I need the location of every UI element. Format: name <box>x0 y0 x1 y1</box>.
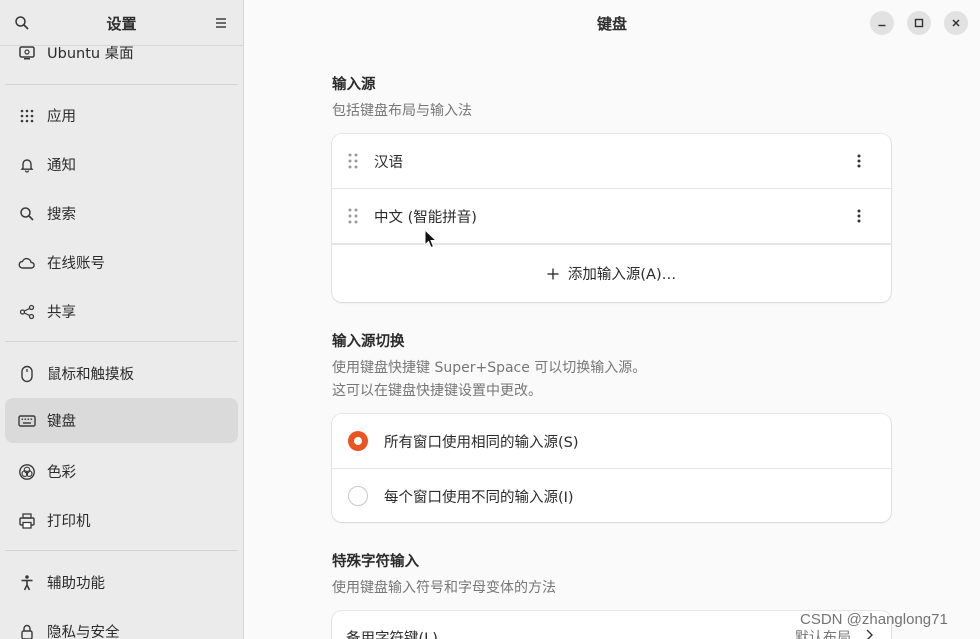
sidebar: Ubuntu 桌面 应用 通知 搜索 在线账号 共享 鼠标和触摸板 键盘 色彩 … <box>0 0 244 639</box>
radio-option-same-source[interactable]: 所有窗口使用相同的输入源(S) <box>332 414 891 469</box>
plus-icon <box>547 268 559 279</box>
sidebar-item-label: 搜索 <box>47 207 76 223</box>
switching-description-line1: 使用键盘快捷键 Super+Space 可以切换输入源。 <box>332 360 647 376</box>
hamburger-menu-icon[interactable] <box>213 15 229 31</box>
mouse-icon <box>18 365 36 383</box>
accessibility-icon <box>18 574 36 592</box>
sidebar-item-search[interactable]: 搜索 <box>5 191 238 236</box>
sidebar-item-mouse-touchpad[interactable]: 鼠标和触摸板 <box>5 351 238 396</box>
input-source-label: 中文 (智能拼音) <box>374 210 477 226</box>
input-source-row[interactable]: 汉语 <box>332 134 891 189</box>
cloud-icon <box>18 254 36 272</box>
switching-options: 所有窗口使用相同的输入源(S) 每个窗口使用不同的输入源(I) <box>332 414 891 522</box>
input-source-row[interactable]: 中文 (智能拼音) <box>332 189 891 244</box>
minimize-icon <box>878 24 886 27</box>
sidebar-item-sharing[interactable]: 共享 <box>5 289 238 334</box>
privacy-icon <box>18 623 36 639</box>
sidebar-item-accessibility[interactable]: 辅助功能 <box>5 560 238 605</box>
radio-option-per-window[interactable]: 每个窗口使用不同的输入源(I) <box>332 469 891 522</box>
color-icon <box>18 463 36 481</box>
sidebar-item-apps[interactable]: 应用 <box>5 93 238 138</box>
sidebar-item-printers[interactable]: 打印机 <box>5 498 238 543</box>
sidebar-item-label: 共享 <box>47 305 76 321</box>
sidebar-item-notifications[interactable]: 通知 <box>5 142 238 187</box>
drag-handle-icon[interactable] <box>347 152 359 170</box>
special-chars-description: 使用键盘输入符号和字母变体的方法 <box>332 580 556 596</box>
bell-icon <box>18 156 36 174</box>
close-button[interactable] <box>944 11 968 35</box>
switching-title: 输入源切换 <box>332 334 405 350</box>
sidebar-item-label: 应用 <box>47 109 76 125</box>
sidebar-item-keyboard[interactable]: 键盘 <box>5 398 238 443</box>
input-sources-description: 包括键盘布局与输入法 <box>332 103 472 119</box>
more-options-icon[interactable] <box>853 208 865 224</box>
sidebar-item-label: 鼠标和触摸板 <box>47 367 134 383</box>
add-input-source-label: 添加输入源(A)… <box>567 267 677 283</box>
sidebar-item-label: 通知 <box>47 158 76 174</box>
search-icon <box>18 205 36 223</box>
minimize-button[interactable] <box>870 11 894 35</box>
ubuntu-desktop-icon <box>18 44 36 62</box>
switching-description-line2: 这可以在键盘快捷键设置中更改。 <box>332 383 542 399</box>
radio-label: 每个窗口使用不同的输入源(I) <box>384 490 574 506</box>
sidebar-item-label: 打印机 <box>47 514 91 530</box>
sidebar-title: 设置 <box>106 15 137 33</box>
radio-unselected[interactable] <box>348 486 368 506</box>
sidebar-item-label: 在线账号 <box>47 256 105 272</box>
watermark: CSDN @zhanglong71 <box>800 611 948 628</box>
share-icon <box>18 303 36 321</box>
alternate-chars-key-label: 备用字符键(L) <box>346 631 438 639</box>
close-icon <box>952 19 960 27</box>
radio-selected[interactable] <box>348 431 368 451</box>
apps-grid-icon <box>18 107 36 125</box>
sidebar-item-online-accounts[interactable]: 在线账号 <box>5 240 238 285</box>
input-sources-title: 输入源 <box>332 77 376 93</box>
sidebar-item-label: 隐私与安全 <box>47 625 120 639</box>
more-options-icon[interactable] <box>853 153 865 169</box>
input-source-label: 汉语 <box>374 155 403 171</box>
printer-icon <box>18 512 36 530</box>
maximize-button[interactable] <box>907 11 931 35</box>
sidebar-item-label: 键盘 <box>47 414 76 430</box>
drag-handle-icon[interactable] <box>347 207 359 225</box>
sidebar-divider <box>5 550 238 551</box>
radio-label: 所有窗口使用相同的输入源(S) <box>384 435 579 451</box>
alternate-chars-key-value: 默认布局 <box>795 630 851 639</box>
main-header: 键盘 <box>244 0 980 46</box>
input-sources-list: 汉语 中文 (智能拼音) 添加输入源(A)… <box>332 134 891 302</box>
sidebar-divider <box>5 341 238 342</box>
sidebar-header: 设置 <box>0 0 243 46</box>
maximize-icon <box>914 18 924 28</box>
sidebar-divider <box>5 84 238 85</box>
sidebar-item-label: 色彩 <box>47 465 76 481</box>
chevron-right-icon <box>865 629 873 639</box>
sidebar-item-label: 辅助功能 <box>47 576 105 592</box>
keyboard-icon <box>18 412 36 430</box>
sidebar-item-color[interactable]: 色彩 <box>5 449 238 494</box>
sidebar-item-privacy[interactable]: 隐私与安全 <box>5 609 238 639</box>
special-chars-title: 特殊字符输入 <box>332 554 419 570</box>
mouse-cursor-icon <box>424 228 438 249</box>
add-input-source-button[interactable]: 添加输入源(A)… <box>332 244 891 302</box>
